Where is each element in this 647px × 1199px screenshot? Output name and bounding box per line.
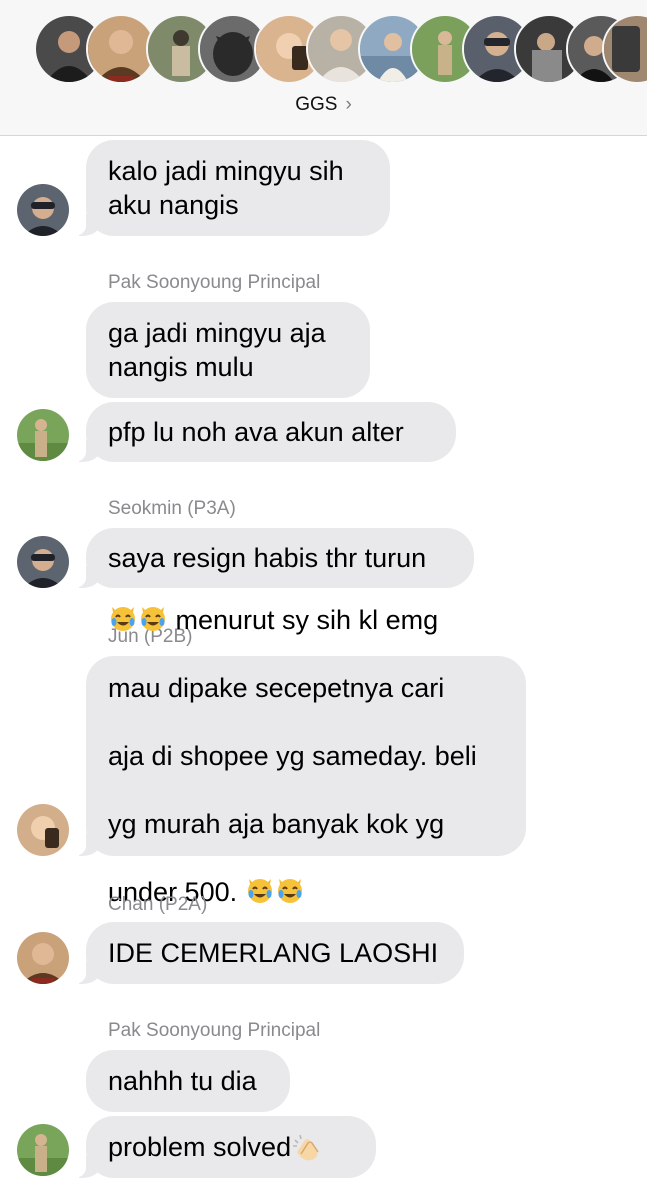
sender-name: Seokmin (P3A) (108, 498, 236, 519)
sender-avatar[interactable] (17, 536, 69, 588)
message-bubble[interactable]: menurut sy sih kl emg mau dipake secepet… (74, 605, 526, 907)
message-text: nahhh tu dia (108, 1066, 257, 1096)
message-line: yg murah aja banyak kok yg (108, 809, 445, 839)
cat-face-with-tears-of-joy-icon (275, 875, 305, 905)
sender-name: Chan (P2A) (108, 894, 208, 915)
sender-avatar[interactable] (17, 932, 69, 984)
message-text: IDE CEMERLANG LAOSHI (108, 938, 439, 968)
message-line: mau dipake secepetnya cari (108, 673, 445, 703)
message-text: problem solved (108, 1132, 292, 1162)
message-bubble[interactable]: IDE CEMERLANG LAOSHI (74, 922, 464, 984)
message-text: ga jadi mingyu aja nangis mulu (108, 318, 326, 382)
message-bubble[interactable]: kalo jadi mingyu sih aku nangis (74, 140, 390, 236)
sender-avatar[interactable] (17, 184, 69, 236)
group-name-button[interactable]: GGS › (0, 94, 647, 116)
message-bubble[interactable]: nahhh tu dia (86, 1050, 290, 1112)
message-text: pfp lu noh ava akun alter (108, 417, 404, 447)
message-list[interactable]: kalo jadi mingyu sih aku nangis Pak Soon… (0, 136, 647, 1199)
message-text: menurut sy sih kl emg mau dipake secepet… (108, 569, 477, 943)
message-text: kalo jadi mingyu sih aku nangis (108, 156, 344, 220)
clapping-hands-icon (291, 1132, 321, 1162)
message-line: menurut sy sih kl emg (168, 605, 439, 635)
cat-face-with-tears-of-joy-icon (245, 875, 275, 905)
group-avatars[interactable] (34, 14, 647, 86)
sender-name: Pak Soonyoung Principal (108, 1020, 321, 1041)
group-name: GGS (295, 94, 338, 115)
message-line: aja di shopee yg sameday. beli (108, 741, 477, 771)
sender-avatar[interactable] (17, 1124, 69, 1176)
message-bubble[interactable]: problem solved (74, 1116, 376, 1178)
sender-avatar[interactable] (17, 409, 69, 461)
cat-face-with-tears-of-joy-icon (138, 603, 168, 633)
sender-name: Pak Soonyoung Principal (108, 272, 321, 293)
conversation-header: GGS › (0, 0, 647, 136)
message-bubble[interactable]: ga jadi mingyu aja nangis mulu (86, 302, 370, 398)
chevron-right-icon: › (345, 94, 352, 115)
sender-avatar[interactable] (17, 804, 69, 856)
message-bubble[interactable]: pfp lu noh ava akun alter (74, 402, 456, 462)
cat-face-with-tears-of-joy-icon (108, 603, 138, 633)
